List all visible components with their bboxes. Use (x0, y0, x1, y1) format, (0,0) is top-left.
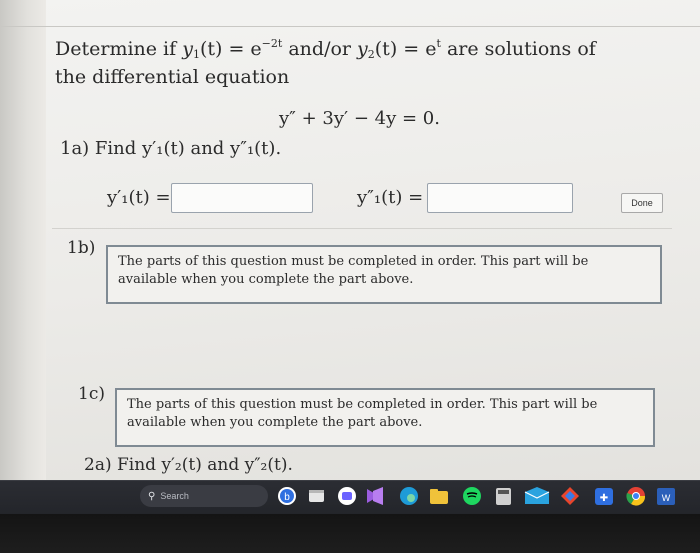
y2-subscript: 2 (367, 48, 375, 61)
y1-equals: (t) = e (199, 38, 262, 60)
taskbar-search-box[interactable]: ⚲ Search (140, 485, 268, 507)
y1-double-prime-answer-input[interactable] (427, 183, 573, 213)
differential-equation: y″ + 3y′ − 4y = 0. (279, 108, 440, 129)
svg-text:b: b (284, 492, 290, 503)
top-divider (0, 26, 700, 27)
question-statement-line1: Determine if y1(t) = e−2t and/or y2(t) =… (55, 37, 596, 61)
chrome-icon[interactable] (626, 487, 646, 506)
spotify-icon[interactable] (463, 487, 481, 505)
file-explorer-icon[interactable] (309, 490, 324, 502)
y1-exponent: −2t (261, 37, 283, 50)
search-icon: ⚲ (148, 490, 156, 502)
y1-prime-label: y′₁(t) = (107, 187, 171, 208)
y1-double-prime-label: y″₁(t) = (357, 187, 424, 208)
svg-text:W: W (662, 493, 671, 503)
folder-icon[interactable] (430, 489, 448, 504)
part-1c-locked-message: The parts of this question must be compl… (115, 388, 655, 447)
y2-symbol: y (357, 38, 368, 60)
y1-prime-answer-input[interactable] (171, 183, 313, 213)
monitor-bezel (0, 514, 700, 553)
question-prefix: Determine if (55, 38, 183, 60)
mail-icon[interactable] (524, 487, 550, 504)
taskbar-app-icons: b ✚ W (278, 487, 675, 506)
search-placeholder: Search (160, 491, 189, 501)
part-1a-prompt: 1a) Find y′₁(t) and y″₁(t). (60, 138, 282, 159)
part-2a-prompt: 2a) Find y′₂(t) and y″₂(t). (84, 455, 293, 475)
bing-icon[interactable]: b (278, 487, 296, 505)
teams-chat-icon[interactable] (338, 487, 356, 505)
y2-equals: (t) = e (374, 38, 437, 60)
y1-subscript: 1 (192, 48, 200, 61)
question-suffix: are solutions of (440, 38, 596, 60)
calculator-icon[interactable] (496, 488, 511, 505)
edge-icon[interactable] (400, 487, 418, 505)
question-and-or: and/or (282, 38, 358, 60)
monitor-edge (0, 0, 46, 480)
svg-text:✚: ✚ (600, 493, 608, 504)
question-statement-line2: the differential equation (55, 66, 290, 88)
visual-studio-icon[interactable] (367, 487, 383, 505)
y1-symbol: y (182, 38, 193, 60)
part-divider (52, 228, 672, 229)
diamond-app-icon[interactable] (561, 487, 579, 505)
done-button[interactable]: Done (621, 193, 663, 213)
part-1b-locked-message: The parts of this question must be compl… (106, 245, 662, 304)
part-1b-label: 1b) (67, 238, 96, 258)
word-icon[interactable]: W (657, 488, 675, 505)
dropbox-icon[interactable]: ✚ (595, 488, 613, 505)
part-1c-label: 1c) (78, 384, 105, 404)
